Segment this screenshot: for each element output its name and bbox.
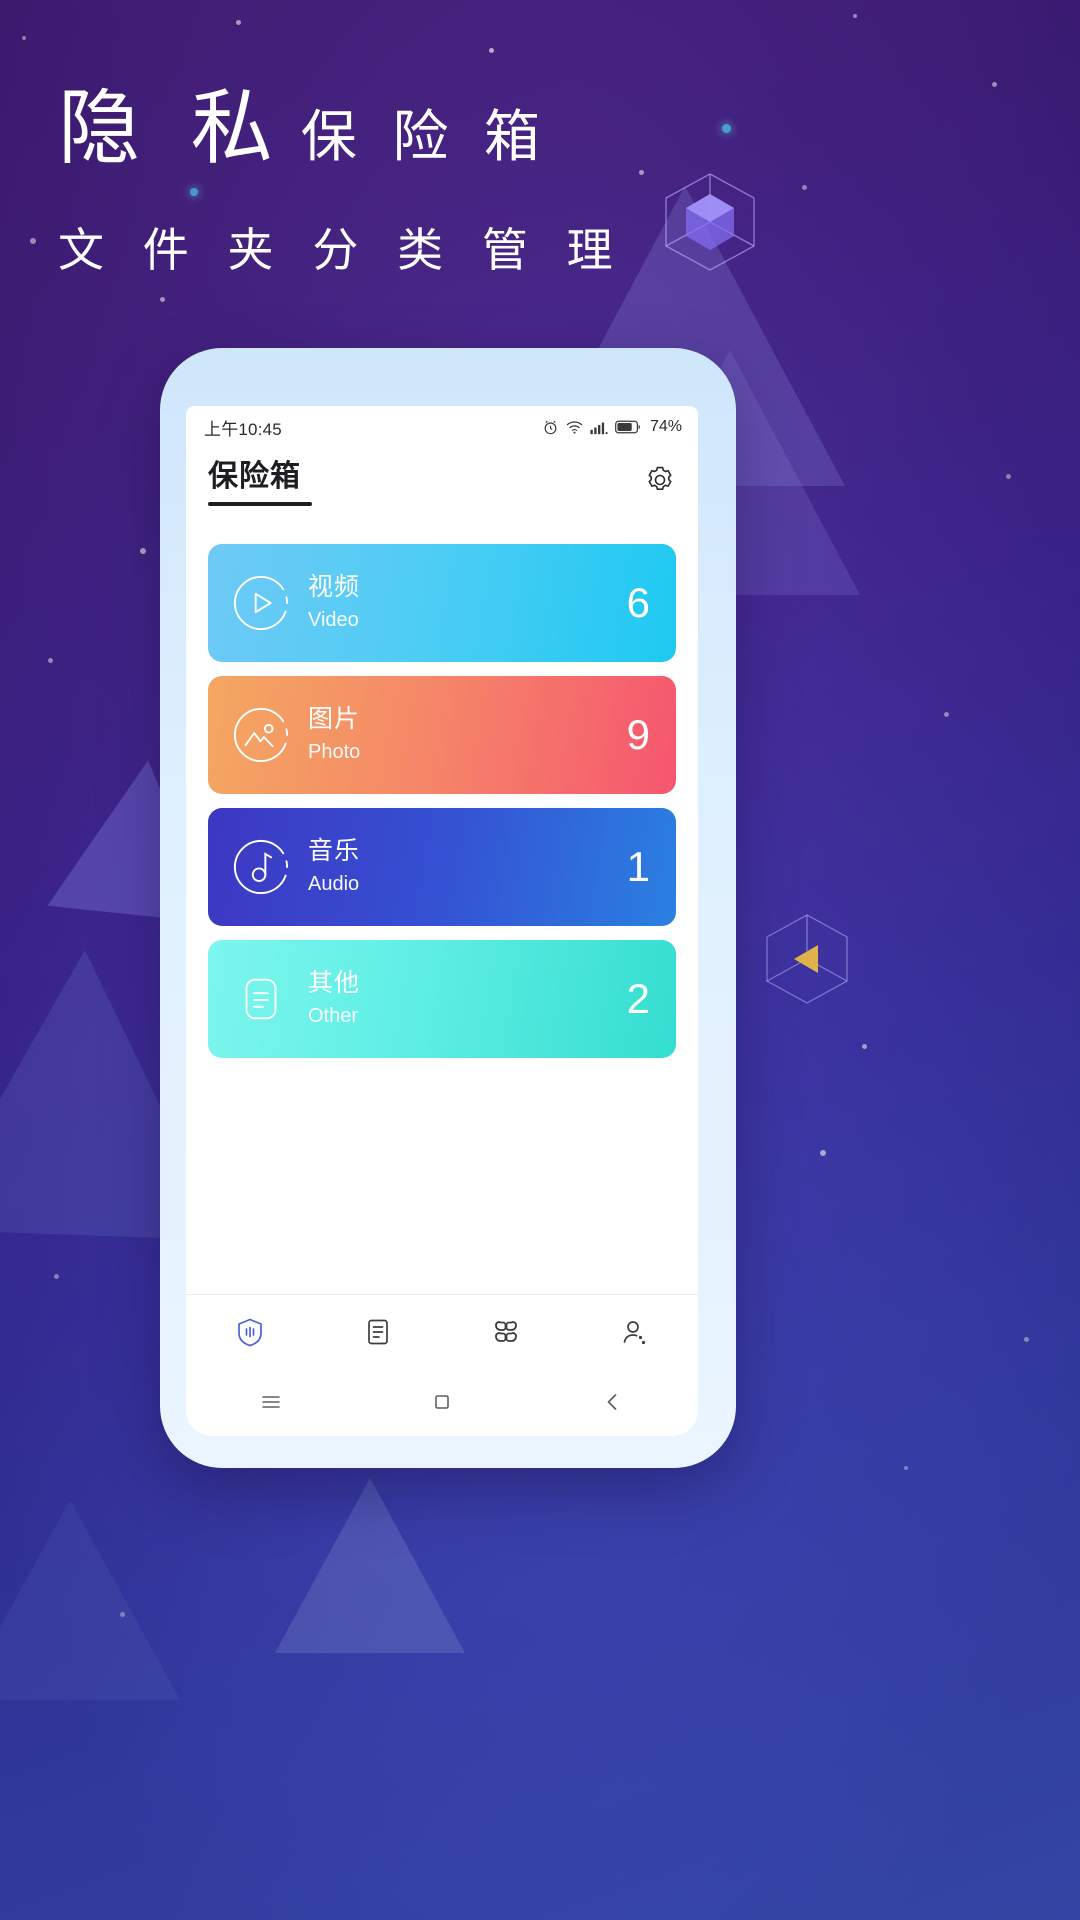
tab-apps[interactable] [442, 1317, 570, 1347]
poster-background: 隐 私 保 险 箱 文 件 夹 分 类 管 理 上午10:45 74% 保险箱 … [0, 0, 1080, 1920]
card-count: 1 [626, 843, 650, 890]
content-spacer [186, 1058, 698, 1294]
status-bar: 上午10:45 74% [186, 406, 698, 448]
card-label-group: 图片 Photo [308, 704, 360, 765]
document-icon [245, 978, 277, 1020]
category-card-list: 视频 Video 6 图片 Photo 9 音乐 Audio 1 其他 Othe… [186, 532, 698, 1058]
star [140, 548, 146, 554]
star [944, 712, 949, 717]
decor-triangle-bottom-center [275, 1478, 465, 1653]
user-profile-icon [623, 1320, 646, 1344]
star [1006, 474, 1011, 479]
star [862, 1044, 867, 1049]
card-label-cn: 视频 [308, 573, 361, 602]
star [30, 238, 36, 244]
card-label-cn: 图片 [308, 705, 361, 734]
star [22, 36, 26, 40]
star [639, 170, 644, 175]
card-count: 2 [626, 975, 650, 1022]
decor-triangle-bottom-left [0, 1500, 180, 1700]
card-label-en: Other [308, 1004, 359, 1027]
card-count: 6 [626, 579, 650, 626]
card-label-group: 视频 Video [308, 572, 360, 633]
file-list-icon [368, 1319, 388, 1344]
star-accent [722, 124, 731, 133]
star [54, 1274, 59, 1279]
tab-profile[interactable] [570, 1317, 698, 1347]
card-audio[interactable]: 音乐 Audio 1 [208, 808, 676, 926]
music-note-icon [233, 839, 289, 895]
star [802, 185, 807, 190]
headline-main-text: 隐 私 [58, 83, 287, 174]
star [48, 658, 53, 663]
tab-safe[interactable] [186, 1317, 314, 1347]
settings-button[interactable] [644, 464, 676, 501]
card-video[interactable]: 视频 Video 6 [208, 544, 676, 662]
star [853, 14, 857, 18]
card-photo[interactable]: 图片 Photo 9 [208, 676, 676, 794]
star [489, 48, 494, 53]
star [160, 297, 165, 302]
star [904, 1466, 908, 1470]
home-square-icon [435, 1395, 449, 1409]
nav-back-button[interactable] [527, 1391, 698, 1413]
image-mountain-icon [233, 707, 289, 763]
card-label-en: Audio [308, 872, 360, 895]
page-title-underline [208, 501, 312, 506]
card-label-cn: 其他 [308, 969, 361, 998]
nav-home-button[interactable] [357, 1391, 528, 1413]
poster-subheadline: 文 件 夹 分 类 管 理 [58, 224, 626, 276]
app-title-wrap: 保险箱 [208, 460, 312, 506]
back-chevron-icon [607, 1394, 617, 1410]
card-label-cn: 音乐 [308, 837, 361, 866]
android-nav-bar [186, 1368, 698, 1436]
apps-grid-icon [495, 1320, 517, 1342]
page-title: 保险箱 [208, 460, 301, 493]
card-label-en: Photo [308, 740, 361, 763]
tab-files[interactable] [314, 1317, 442, 1347]
wireframe-cube-icon [665, 173, 755, 271]
poster-headline-block: 隐 私 保 险 箱 文 件 夹 分 类 管 理 [58, 88, 626, 280]
signal-icon [590, 421, 608, 434]
app-header: 保险箱 [186, 448, 698, 532]
star [992, 82, 997, 87]
star [820, 1150, 826, 1156]
phone-screen: 上午10:45 74% 保险箱 视频 Video 6 图片 Photo 9 音乐… [186, 406, 698, 1436]
star [236, 20, 241, 25]
card-count: 9 [626, 711, 650, 758]
card-label-en: Video [308, 608, 359, 631]
headline-sub-text: 保 险 箱 [300, 105, 550, 168]
bottom-tab-bar [186, 1294, 698, 1368]
poster-headline: 隐 私 保 险 箱 [58, 88, 626, 170]
gear-icon [648, 466, 672, 490]
shield-safe-icon [238, 1318, 262, 1346]
card-label-group: 音乐 Audio [308, 836, 360, 897]
wifi-icon [566, 420, 583, 434]
nav-menu-button[interactable] [186, 1391, 357, 1413]
phone-mockup: 上午10:45 74% 保险箱 视频 Video 6 图片 Photo 9 音乐… [160, 348, 736, 1468]
play-circle-icon [233, 575, 289, 631]
alarm-icon [544, 420, 557, 434]
menu-icon [262, 1396, 281, 1408]
star [1024, 1337, 1029, 1342]
status-bar-time: 上午10:45 [204, 419, 282, 439]
battery-icon [615, 420, 640, 434]
card-other[interactable]: 其他 Other 2 [208, 940, 676, 1058]
battery-percent-label: 74% [649, 418, 682, 435]
status-bar-icons: 74% [542, 418, 682, 436]
star [120, 1612, 125, 1617]
wireframe-cube-play-icon [766, 914, 848, 1004]
card-label-group: 其他 Other [308, 968, 360, 1029]
